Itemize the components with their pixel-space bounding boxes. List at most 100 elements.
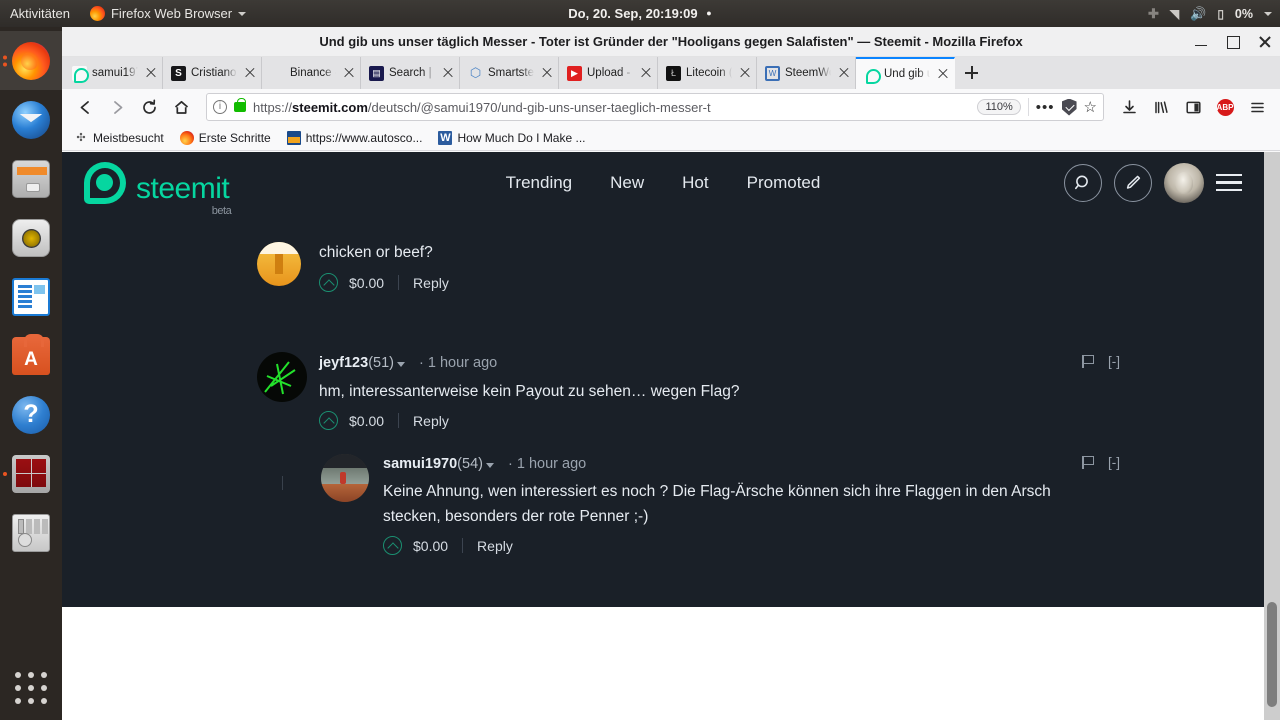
chevron-down-icon — [1264, 11, 1272, 16]
back-button[interactable] — [70, 92, 100, 122]
bookmark-label: How Much Do I Make ... — [457, 130, 586, 145]
close-icon[interactable] — [837, 66, 851, 80]
avatar[interactable] — [321, 454, 369, 502]
tab-cristiano[interactable]: S Cristiano Ro — [163, 57, 262, 89]
comment-age: 1 hour ago — [516, 456, 587, 472]
comment-author[interactable]: samui1970 — [383, 456, 457, 472]
site-info-icon[interactable]: i — [213, 100, 227, 114]
nav-new[interactable]: New — [610, 173, 644, 193]
flag-icon[interactable] — [1082, 456, 1094, 469]
app-menu-label: Firefox Web Browser — [110, 6, 233, 21]
sidebar-button[interactable] — [1178, 92, 1208, 122]
battery-icon: ▯ — [1217, 6, 1224, 21]
hex-icon: ⬡ — [469, 65, 482, 80]
close-icon[interactable] — [738, 66, 752, 80]
close-icon[interactable] — [342, 66, 356, 80]
create-post-button[interactable] — [1114, 163, 1152, 202]
tab-search-ibo[interactable]: ▤ Search | ibo — [361, 57, 460, 89]
search-button[interactable] — [1064, 163, 1102, 202]
tab-label: Upload - DT — [587, 67, 634, 79]
app-menu-firefox[interactable]: Firefox Web Browser — [80, 0, 256, 27]
nav-hot[interactable]: Hot — [682, 173, 708, 193]
reply-button[interactable]: Reply — [413, 413, 449, 429]
forward-button[interactable] — [102, 92, 132, 122]
dock-item-thunderbird[interactable] — [0, 90, 62, 149]
hamburger-menu-button[interactable] — [1216, 173, 1242, 192]
close-icon[interactable] — [936, 67, 950, 81]
comment-author[interactable]: jeyf123 — [319, 355, 368, 371]
running-indicator — [3, 471, 7, 476]
dock-item-files[interactable] — [0, 149, 62, 208]
adblock-icon: ABP — [1216, 98, 1234, 116]
new-tab-button[interactable] — [955, 57, 987, 89]
firefox-icon — [179, 130, 194, 145]
bookmark-how-much-do-i-make[interactable]: W How Much Do I Make ... — [438, 130, 586, 145]
close-icon[interactable] — [243, 66, 257, 80]
nav-promoted[interactable]: Promoted — [747, 173, 821, 193]
more-icon[interactable]: ••• — [1036, 99, 1055, 116]
collapse-toggle[interactable]: [-] — [1108, 354, 1120, 369]
dock-item-ubuntu-software[interactable] — [0, 326, 62, 385]
upvote-icon[interactable] — [383, 536, 402, 555]
comment-reputation: (54) — [457, 456, 483, 472]
chevron-down-icon[interactable] — [396, 362, 405, 367]
dock-item-help[interactable] — [0, 385, 62, 444]
tab-smartsteem[interactable]: ⬡ Smartsteem — [460, 57, 559, 89]
dock-item-rhythmbox[interactable] — [0, 208, 62, 267]
downloads-button[interactable] — [1114, 92, 1144, 122]
maximize-button[interactable] — [1226, 35, 1240, 49]
dock-item-settings[interactable] — [0, 503, 62, 562]
tab-binance[interactable]: Binance - Gutha — [262, 57, 361, 89]
reload-button[interactable] — [134, 92, 164, 122]
upvote-icon[interactable] — [319, 411, 338, 430]
shield-icon[interactable] — [1061, 98, 1077, 116]
vertical-scrollbar[interactable] — [1264, 152, 1280, 720]
bookmark-autoscout[interactable]: https://www.autosco... — [286, 130, 422, 145]
address-bar[interactable]: i https://steemit.com/deutsch/@samui1970… — [206, 93, 1104, 121]
card-icon — [286, 130, 301, 145]
dock-item-firefox[interactable] — [0, 31, 62, 90]
close-icon[interactable] — [540, 66, 554, 80]
avatar[interactable] — [257, 242, 301, 286]
divider — [1027, 98, 1029, 116]
minimize-button[interactable] — [1194, 35, 1208, 49]
reply-button[interactable]: Reply — [477, 538, 513, 554]
bookmark-meistbesucht[interactable]: ✣ Meistbesucht — [74, 131, 163, 145]
tab-samui1970[interactable]: samui1970 - — [64, 57, 163, 89]
home-button[interactable] — [166, 92, 196, 122]
dock-item-terminal[interactable] — [0, 444, 62, 503]
adblock-button[interactable]: ABP — [1210, 92, 1240, 122]
tab-steemworld[interactable]: W SteemWorld — [757, 57, 856, 89]
close-button[interactable] — [1258, 35, 1272, 49]
upvote-icon[interactable] — [319, 273, 338, 292]
dock-item-libreoffice-writer[interactable] — [0, 267, 62, 326]
running-indicator — [3, 55, 7, 66]
activities-button[interactable]: Aktivitäten — [0, 0, 80, 27]
thunderbird-icon — [12, 100, 50, 139]
collapse-toggle[interactable]: [-] — [1108, 455, 1120, 470]
library-button[interactable] — [1146, 92, 1176, 122]
tab-upload-dt[interactable]: ▶ Upload - DT — [559, 57, 658, 89]
close-icon[interactable] — [441, 66, 455, 80]
beta-label: beta — [211, 204, 232, 217]
bookmark-erste-schritte[interactable]: Erste Schritte — [179, 130, 271, 145]
tab-und-gib-uns[interactable]: Und gib uns — [856, 57, 955, 89]
show-applications-button[interactable] — [0, 672, 62, 704]
reply-button[interactable]: Reply — [413, 275, 449, 291]
steemit-logo[interactable]: steemit beta — [84, 161, 232, 216]
bookmark-star-icon[interactable]: ☆ — [1084, 98, 1097, 116]
steemit-icon — [72, 65, 89, 83]
scrollbar-thumb[interactable] — [1267, 602, 1277, 707]
flag-icon[interactable] — [1082, 355, 1094, 368]
zoom-level-indicator[interactable]: 110% — [977, 99, 1021, 115]
avatar[interactable] — [257, 352, 307, 402]
app-menu-button[interactable] — [1242, 92, 1272, 122]
close-icon[interactable] — [639, 66, 653, 80]
user-avatar[interactable] — [1164, 162, 1204, 203]
tab-litecoin[interactable]: Ł Litecoin (LT — [658, 57, 757, 89]
payout-value: $0.00 — [349, 412, 385, 429]
close-icon[interactable] — [144, 66, 158, 80]
system-status-area[interactable]: ✚ ◥ 🔊 ▯ 0% — [1148, 6, 1272, 22]
nav-trending[interactable]: Trending — [506, 173, 572, 193]
chevron-down-icon[interactable] — [485, 463, 494, 468]
